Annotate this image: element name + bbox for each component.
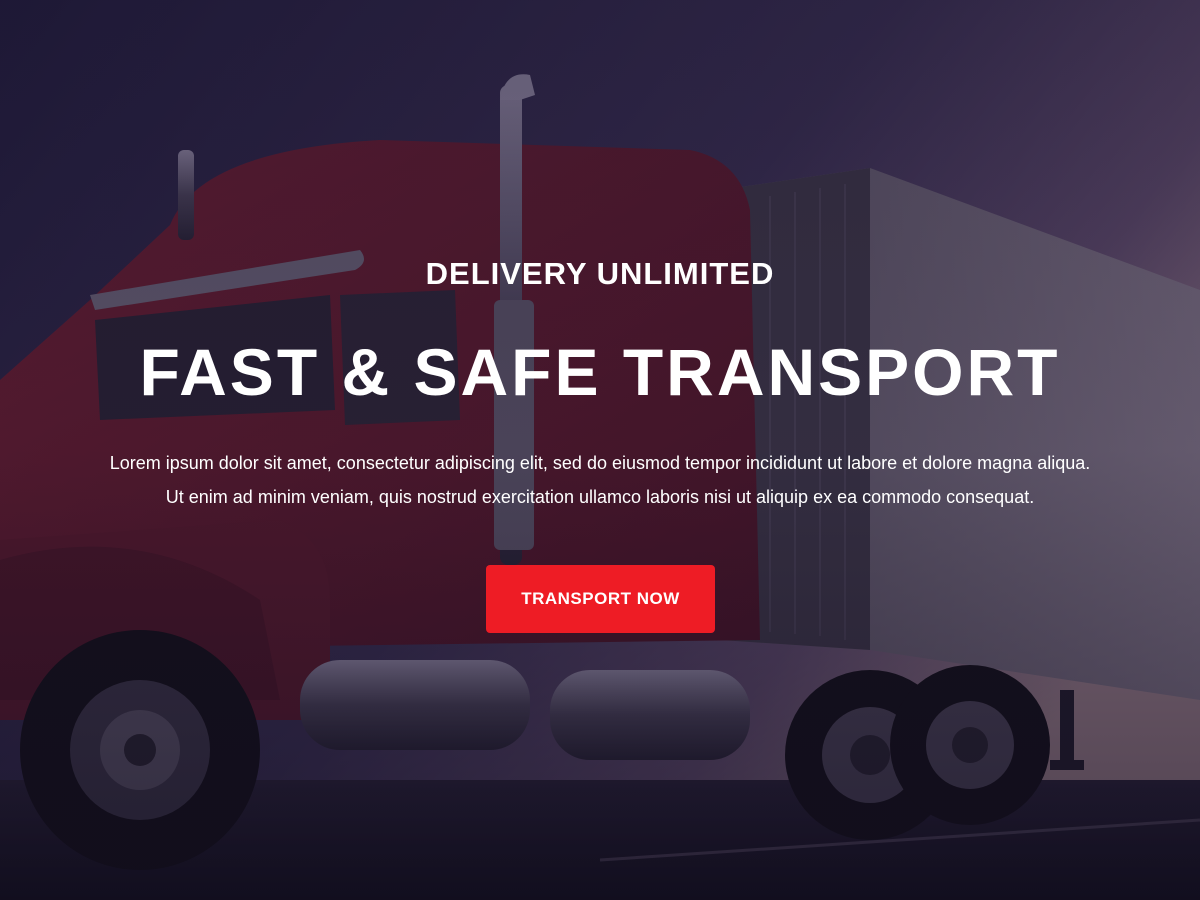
hero-lead-line: Lorem ipsum dolor sit amet, consectetur … (109, 453, 1091, 473)
hero-eyebrow: DELIVERY UNLIMITED (425, 256, 775, 291)
hero-headline: FAST & SAFE TRANSPORT (139, 335, 1061, 409)
hero-content: DELIVERY UNLIMITED FAST & SAFE TRANSPORT… (0, 0, 1200, 900)
hero-lead-line: Ut enim ad minim veniam, quis nostrud ex… (165, 487, 1035, 507)
hero-lead-text: Lorem ipsum dolor sit amet, consectetur … (30, 446, 1170, 514)
transport-now-button[interactable]: TRANSPORT NOW (486, 565, 715, 633)
hero-section: DELIVERY UNLIMITED FAST & SAFE TRANSPORT… (0, 0, 1200, 900)
